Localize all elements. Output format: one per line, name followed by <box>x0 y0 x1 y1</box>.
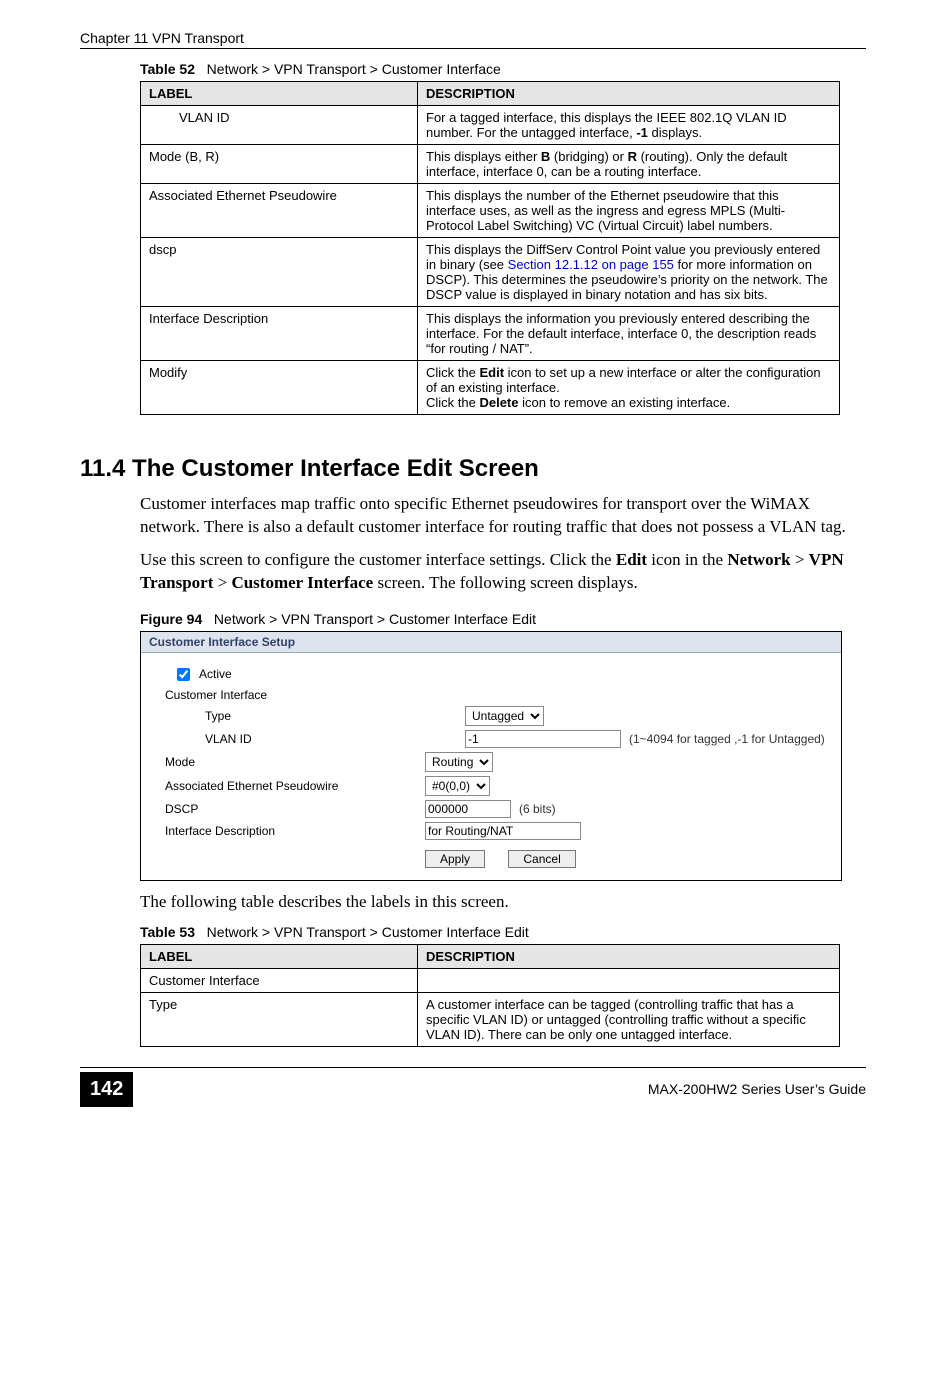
dscp-input[interactable] <box>425 800 511 818</box>
table-row: dscp This displays the DiffServ Control … <box>141 238 840 307</box>
vlan-id-note: (1~4094 for tagged ,-1 for Untagged) <box>629 732 825 746</box>
table52-r5-desc: Click the Edit icon to set up a new inte… <box>418 361 840 415</box>
section-title: 11.4 The Customer Interface Edit Screen <box>80 455 866 483</box>
table52-r2-desc: This displays the number of the Ethernet… <box>418 184 840 238</box>
cancel-button[interactable]: Cancel <box>508 850 575 868</box>
table53-head-label: LABEL <box>141 944 418 968</box>
bold-text: Edit <box>616 550 647 569</box>
page-header: Chapter 11 VPN Transport <box>80 30 866 49</box>
text: displays. <box>648 125 702 140</box>
table52: LABEL DESCRIPTION VLAN ID For a tagged i… <box>140 81 840 415</box>
screenshot-titlebar: Customer Interface Setup <box>141 632 841 653</box>
table52-r1-label: Mode (B, R) <box>141 145 418 184</box>
table-row: Interface Description This displays the … <box>141 307 840 361</box>
text: (bridging) or <box>550 149 627 164</box>
text: For a tagged interface, this displays th… <box>426 110 787 140</box>
text: > <box>791 550 809 569</box>
section-p1: Customer interfaces map traffic onto spe… <box>140 493 866 539</box>
table52-r3-desc: This displays the DiffServ Control Point… <box>418 238 840 307</box>
table53-caption-text: Network > VPN Transport > Customer Inter… <box>207 924 529 940</box>
assoc-pseudowire-label: Associated Ethernet Pseudowire <box>155 779 425 793</box>
figure94-caption-text: Network > VPN Transport > Customer Inter… <box>214 611 536 627</box>
mode-select[interactable]: Routing <box>425 752 493 772</box>
vlan-id-input[interactable] <box>465 730 621 748</box>
table-row: Mode (B, R) This displays either B (brid… <box>141 145 840 184</box>
table-row: Modify Click the Edit icon to set up a n… <box>141 361 840 415</box>
table-row: Customer Interface <box>141 968 840 992</box>
table53-r0-label: Customer Interface <box>141 968 418 992</box>
text: icon to remove an existing interface. <box>519 395 731 410</box>
apply-button[interactable]: Apply <box>425 850 485 868</box>
table-row: Associated Ethernet Pseudowire This disp… <box>141 184 840 238</box>
active-label: Active <box>199 667 232 681</box>
text: icon in the <box>647 550 727 569</box>
customer-interface-setup-screenshot: Customer Interface Setup Active Customer… <box>140 631 842 881</box>
table52-caption-text: Network > VPN Transport > Customer Inter… <box>207 61 501 77</box>
active-checkbox[interactable] <box>177 668 190 681</box>
table53-head-desc: DESCRIPTION <box>418 944 840 968</box>
chapter-title: Chapter 11 VPN Transport <box>80 30 244 46</box>
vlan-id-label: VLAN ID <box>155 732 465 746</box>
mode-label: Mode <box>155 755 425 769</box>
table52-r3-label: dscp <box>141 238 418 307</box>
table52-r5-label: Modify <box>141 361 418 415</box>
table53-r0-desc <box>418 968 840 992</box>
table52-caption: Table 52 Network > VPN Transport > Custo… <box>140 61 866 77</box>
table52-r2-label: Associated Ethernet Pseudowire <box>141 184 418 238</box>
bold-text: Delete <box>479 395 518 410</box>
interface-description-label: Interface Description <box>155 824 425 838</box>
assoc-pseudowire-select[interactable]: #0(0,0) <box>425 776 490 796</box>
table52-head-desc: DESCRIPTION <box>418 82 840 106</box>
bold-text: B <box>541 149 550 164</box>
table52-head-label: LABEL <box>141 82 418 106</box>
table53: LABEL DESCRIPTION Customer Interface Typ… <box>140 944 840 1047</box>
text: > <box>213 573 231 592</box>
text: Click the <box>426 395 479 410</box>
table52-r1-desc: This displays either B (bridging) or R (… <box>418 145 840 184</box>
section-p2: Use this screen to configure the custome… <box>140 549 866 595</box>
dscp-label: DSCP <box>155 802 425 816</box>
table53-caption: Table 53 Network > VPN Transport > Custo… <box>140 924 866 940</box>
bold-text: Network <box>727 550 790 569</box>
table52-caption-prefix: Table 52 <box>140 61 195 77</box>
figure94-caption: Figure 94 Network > VPN Transport > Cust… <box>140 611 866 627</box>
table52-r0-label: VLAN ID <box>149 110 230 125</box>
dscp-note: (6 bits) <box>519 802 556 816</box>
text: This displays either <box>426 149 541 164</box>
page-number: 142 <box>80 1072 133 1107</box>
footer-guide: MAX-200HW2 Series User’s Guide <box>143 1081 866 1097</box>
figure94-caption-prefix: Figure 94 <box>140 611 202 627</box>
table53-caption-prefix: Table 53 <box>140 924 195 940</box>
bold-text: R <box>628 149 637 164</box>
text: screen. The following screen displays. <box>373 573 638 592</box>
type-label: Type <box>155 709 465 723</box>
table-row: VLAN ID For a tagged interface, this dis… <box>141 106 840 145</box>
table52-r4-label: Interface Description <box>141 307 418 361</box>
table52-r0-desc: For a tagged interface, this displays th… <box>418 106 840 145</box>
text: Click the <box>426 365 479 380</box>
customer-interface-label: Customer Interface <box>155 688 425 702</box>
bold-text: Customer Interface <box>231 573 373 592</box>
table53-r1-label: Type <box>141 992 418 1046</box>
table-row: Type A customer interface can be tagged … <box>141 992 840 1046</box>
table53-r1-desc: A customer interface can be tagged (cont… <box>418 992 840 1046</box>
type-select[interactable]: Untagged <box>465 706 544 726</box>
bold-text: Edit <box>479 365 504 380</box>
between-text: The following table describes the labels… <box>140 891 866 914</box>
interface-description-input[interactable] <box>425 822 581 840</box>
text: Use this screen to configure the custome… <box>140 550 616 569</box>
table52-r4-desc: This displays the information you previo… <box>418 307 840 361</box>
page-footer: 142 MAX-200HW2 Series User’s Guide <box>80 1067 866 1107</box>
bold-text: -1 <box>636 125 648 140</box>
section-link[interactable]: Section 12.1.12 on page 155 <box>508 257 674 272</box>
